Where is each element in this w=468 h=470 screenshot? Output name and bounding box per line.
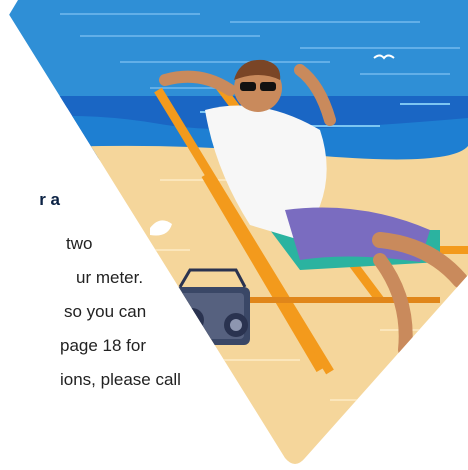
beach-illustration <box>0 0 468 464</box>
